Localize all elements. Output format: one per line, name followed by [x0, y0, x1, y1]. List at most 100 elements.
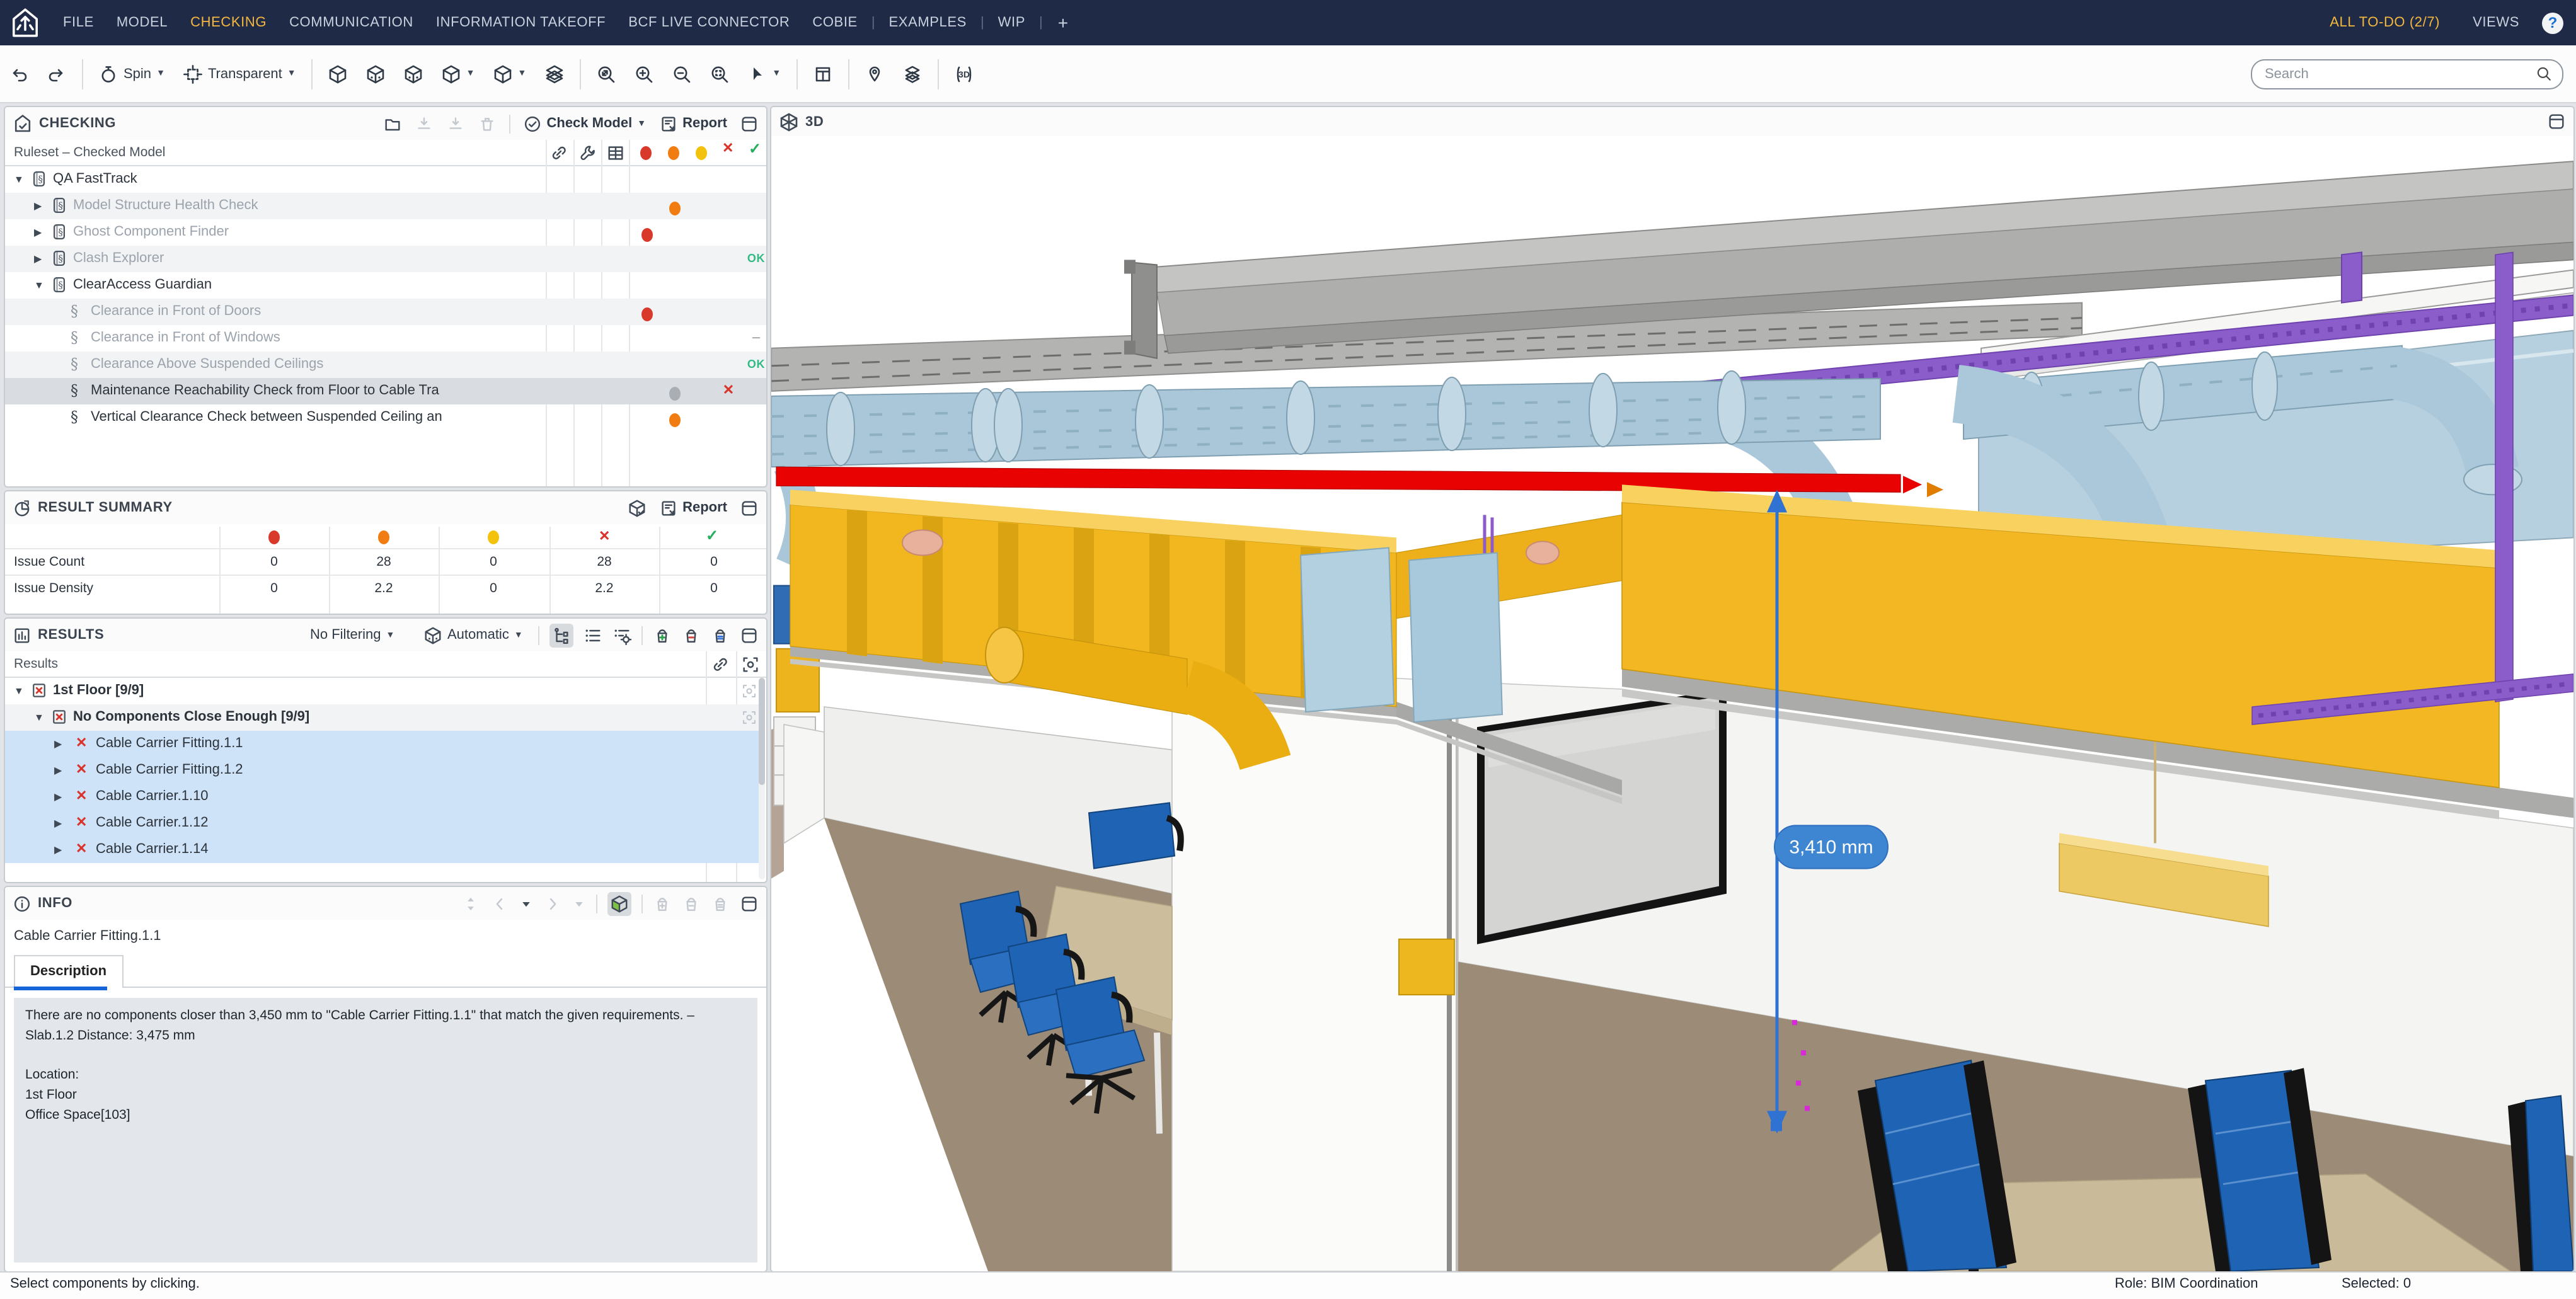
- menu-wip[interactable]: WIP: [987, 15, 1037, 30]
- expand-caret-icon[interactable]: ▶: [34, 193, 42, 219]
- panel-menu-icon[interactable]: [740, 626, 759, 644]
- panel-menu-icon[interactable]: [740, 498, 759, 517]
- light-blue-box[interactable]: [1409, 552, 1502, 722]
- search-input[interactable]: [2262, 65, 2536, 83]
- result-row-selected[interactable]: ▶ ✕ Cable Carrier.1.10: [5, 784, 759, 810]
- expand-caret-icon[interactable]: ▶: [34, 246, 42, 272]
- red-severity-icon[interactable]: [640, 146, 652, 160]
- app-logo-icon[interactable]: [9, 6, 42, 39]
- trash-icon[interactable]: [478, 114, 497, 133]
- show-all-dropdown[interactable]: ▼: [484, 64, 536, 84]
- remove-from-basket-button[interactable]: [682, 626, 701, 644]
- ruleset-row[interactable]: ▶ § Ghost Component Finder: [5, 219, 766, 246]
- rule-row[interactable]: § Clearance Above Suspended Ceilings OK: [5, 352, 766, 378]
- menu-file[interactable]: FILE: [52, 15, 105, 30]
- grid-column-icon[interactable]: [606, 144, 625, 163]
- summary-report-button[interactable]: Report: [658, 498, 727, 517]
- layers-button[interactable]: [893, 64, 931, 84]
- menu-communication[interactable]: COMMUNICATION: [278, 15, 425, 30]
- panel-menu-icon[interactable]: [740, 894, 759, 913]
- wrench-column-icon[interactable]: [578, 144, 597, 163]
- scrollbar-thumb[interactable]: [759, 678, 765, 785]
- link-column-icon[interactable]: [549, 144, 568, 163]
- spin-dropdown[interactable]: Spin▼: [89, 64, 174, 84]
- panel-menu-icon[interactable]: [2547, 112, 2566, 131]
- expand-caret-icon[interactable]: ▶: [54, 784, 62, 810]
- grouping-settings-button[interactable]: [612, 626, 631, 644]
- expand-caret-icon[interactable]: ▶: [54, 757, 62, 784]
- hide-component-button[interactable]: [319, 64, 357, 84]
- menu-checking[interactable]: CHECKING: [179, 15, 278, 30]
- transparent-dropdown[interactable]: Transparent▼: [174, 64, 305, 84]
- zoom-extents-button[interactable]: [587, 64, 624, 84]
- list-view-button[interactable]: [584, 626, 602, 644]
- orange-severity-icon[interactable]: [668, 146, 679, 160]
- section-plane-button[interactable]: [803, 64, 841, 84]
- ruleset-row[interactable]: ▼ § ClearAccess Guardian: [5, 272, 766, 299]
- rule-row[interactable]: § Clearance in Front of Doors: [5, 299, 766, 325]
- ruleset-row[interactable]: ▼ § QA FastTrack: [5, 166, 766, 193]
- history-dropdown-icon[interactable]: [519, 894, 533, 913]
- walk-mode-button[interactable]: [855, 64, 893, 84]
- add-tab-button[interactable]: +: [1045, 13, 1081, 33]
- automatic-dropdown[interactable]: Automatic▼: [423, 626, 523, 644]
- 3d-settings-button[interactable]: 3D: [945, 64, 982, 84]
- menu-cobie[interactable]: COBIE: [801, 15, 868, 30]
- all-todo-button[interactable]: ALL TO-DO (2/7): [2312, 15, 2458, 30]
- show-checked-icon[interactable]: [627, 498, 646, 517]
- menu-bcf-live-connector[interactable]: BCF LIVE CONNECTOR: [617, 15, 801, 30]
- accepted-column-icon[interactable]: ✓: [749, 140, 761, 157]
- menu-information-takeoff[interactable]: INFORMATION TAKEOFF: [425, 15, 617, 30]
- link-column-icon[interactable]: [711, 655, 730, 674]
- yellow-severity-icon[interactable]: [696, 146, 707, 160]
- help-button[interactable]: ?: [2542, 12, 2563, 33]
- collapse-caret-icon[interactable]: ▼: [34, 704, 44, 731]
- search-box[interactable]: [2251, 59, 2563, 89]
- undo-button[interactable]: [0, 64, 38, 84]
- filtering-dropdown[interactable]: No Filtering▼: [310, 627, 394, 643]
- result-row-selected[interactable]: ▶ ✕ Cable Carrier Fitting.1.2: [5, 757, 759, 784]
- set-basket-button[interactable]: [711, 894, 730, 913]
- light-blue-box[interactable]: [1301, 547, 1394, 712]
- expand-caret-icon[interactable]: ▶: [54, 731, 62, 757]
- collapse-caret-icon[interactable]: ▼: [14, 166, 24, 193]
- hide-similar-button[interactable]: [357, 64, 394, 84]
- 3d-viewport[interactable]: 3,410 mm: [771, 136, 2573, 1271]
- result-group-row[interactable]: ▼ No Components Close Enough [9/9]: [5, 704, 759, 731]
- panel-menu-icon[interactable]: [740, 114, 759, 133]
- rule-row[interactable]: § Clearance in Front of Windows –: [5, 325, 766, 352]
- add-to-basket-button[interactable]: [653, 894, 672, 913]
- result-row-selected[interactable]: ▶ ✕ Cable Carrier Fitting.1.1: [5, 731, 759, 757]
- result-group-row[interactable]: ▼ 1st Floor [9/9]: [5, 678, 759, 704]
- remove-from-basket-button[interactable]: [682, 894, 701, 913]
- add-to-basket-button[interactable]: [653, 626, 672, 644]
- menu-examples[interactable]: EXAMPLES: [878, 15, 978, 30]
- ruleset-row[interactable]: ▶ § Model Structure Health Check: [5, 193, 766, 219]
- camera-column-icon[interactable]: [741, 655, 760, 674]
- expand-caret-icon[interactable]: ▶: [54, 837, 62, 863]
- zoom-in-button[interactable]: [624, 64, 662, 84]
- import-icon[interactable]: [415, 114, 434, 133]
- isolate-button[interactable]: [394, 64, 432, 84]
- views-button[interactable]: VIEWS: [2458, 15, 2534, 30]
- zoom-out-button[interactable]: [662, 64, 700, 84]
- menu-model[interactable]: MODEL: [105, 15, 179, 30]
- redo-button[interactable]: [38, 64, 76, 84]
- ruleset-row[interactable]: ▶ § Clash Explorer OK: [5, 246, 766, 272]
- next-dropdown-icon[interactable]: [572, 894, 586, 913]
- zoom-selection-button[interactable]: [700, 64, 738, 84]
- collapse-caret-icon[interactable]: ▼: [14, 678, 24, 704]
- show-in-3d-button[interactable]: [607, 891, 631, 915]
- transparency-button[interactable]: [535, 64, 573, 84]
- result-row-selected[interactable]: ▶ ✕ Cable Carrier.1.12: [5, 810, 759, 837]
- next-icon[interactable]: [543, 894, 562, 913]
- result-row-selected[interactable]: ▶ ✕ Cable Carrier.1.14: [5, 837, 759, 863]
- rule-row[interactable]: § Vertical Clearance Check between Suspe…: [5, 404, 766, 431]
- set-basket-button[interactable]: [711, 626, 730, 644]
- tree-view-button[interactable]: [549, 623, 573, 647]
- expand-caret-icon[interactable]: ▶: [54, 810, 62, 837]
- expand-caret-icon[interactable]: ▶: [34, 219, 42, 246]
- check-model-button[interactable]: Check Model▼: [523, 114, 647, 133]
- highlight-dropdown[interactable]: ▼: [432, 64, 484, 84]
- rejected-column-icon[interactable]: ✕: [722, 140, 733, 156]
